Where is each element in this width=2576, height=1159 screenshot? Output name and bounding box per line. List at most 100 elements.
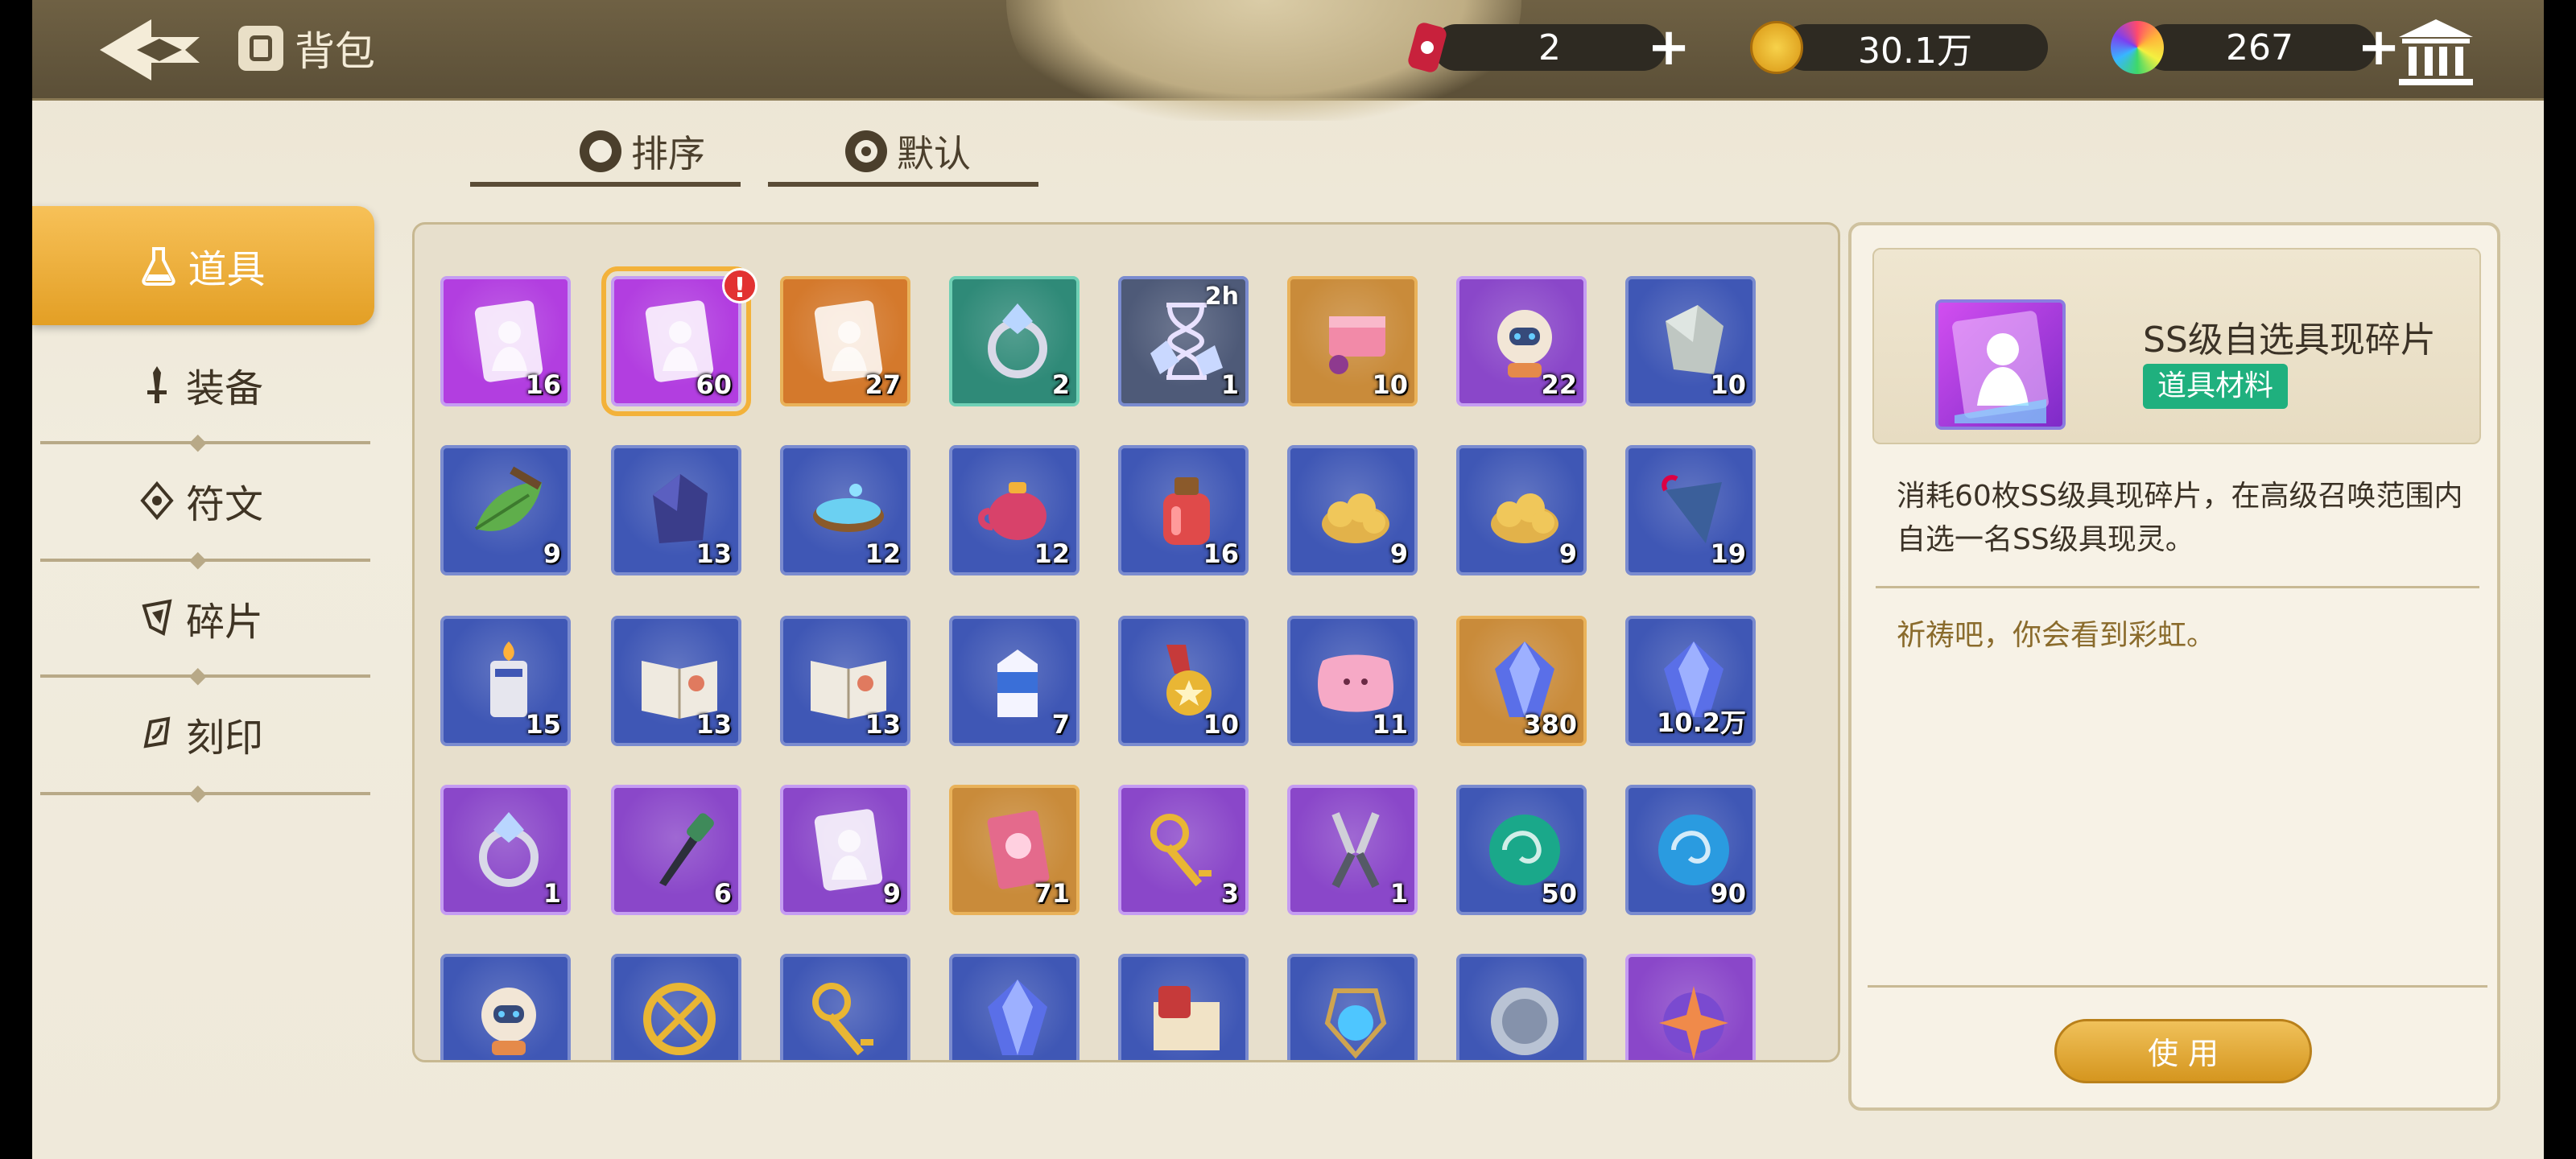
item-slot[interactable]: 380 bbox=[1456, 616, 1587, 746]
item-quantity: 9 bbox=[543, 538, 561, 569]
item-slot[interactable]: 12 bbox=[949, 445, 1080, 575]
item-slot[interactable]: 22 bbox=[1456, 276, 1587, 406]
item-quantity: 11 bbox=[1372, 709, 1408, 740]
item-slot[interactable]: 19 bbox=[1625, 445, 1756, 575]
item-slot[interactable]: 27 bbox=[780, 276, 910, 406]
item-quantity: 13 bbox=[865, 709, 901, 740]
item-slot[interactable]: 16 bbox=[1118, 445, 1249, 575]
item-quantity: 19 bbox=[1710, 538, 1746, 569]
silver-coin-icon bbox=[1480, 975, 1569, 1060]
seal-icon bbox=[139, 714, 175, 754]
item-slot[interactable] bbox=[440, 954, 571, 1060]
item-slot[interactable]: 2 bbox=[949, 276, 1080, 406]
nav-item-equipment[interactable]: 装备 bbox=[32, 328, 370, 441]
page-title: 背包 bbox=[238, 23, 375, 75]
item-slot[interactable]: 50 bbox=[1456, 785, 1587, 915]
item-slot[interactable]: 6 bbox=[611, 785, 741, 915]
gold-counter: 30.1万 bbox=[1750, 21, 2056, 74]
item-grid-panel: 16 60! 27 2 2h 1 10 22 10 9 13 12 12 16 9 9 19 15 13 13 7 10 1… bbox=[412, 222, 1840, 1062]
top-bar: 背包 2 + 30.1万 267 + bbox=[32, 0, 2544, 121]
item-quantity: 6 bbox=[713, 878, 732, 909]
item-description: 消耗60枚SS级具现碎片，在高级召唤范围内自选一名SS级具现灵。 bbox=[1897, 480, 2463, 556]
bank-button[interactable] bbox=[2396, 16, 2476, 89]
item-detail-panel: SS级自选具现碎片 道具材料 消耗60枚SS级具现碎片，在高级召唤范围内自选一名… bbox=[1848, 222, 2500, 1111]
item-flavor-text: 祈祷吧，你会看到彩虹。 bbox=[1897, 619, 2216, 652]
gold-value: 30.1万 bbox=[1782, 24, 2048, 72]
use-button[interactable]: 使 用 bbox=[2054, 1019, 2312, 1083]
item-slot[interactable]: 90 bbox=[1625, 785, 1756, 915]
default-label: 默认 bbox=[897, 132, 971, 175]
sort-tab[interactable]: 排序 bbox=[470, 121, 741, 187]
sort-label: 排序 bbox=[631, 132, 705, 175]
ticket-value: 2 bbox=[1433, 24, 1666, 71]
item-slot[interactable]: 7 bbox=[949, 616, 1080, 746]
ticket-add-button[interactable]: + bbox=[1647, 22, 1690, 73]
alert-badge-icon: ! bbox=[722, 268, 758, 304]
gem-add-button[interactable]: + bbox=[2357, 22, 2401, 73]
item-quantity: 22 bbox=[1541, 369, 1577, 400]
nav-item-engravings[interactable]: 刻印 bbox=[32, 678, 370, 790]
ticket-counter: 2 + bbox=[1401, 21, 1699, 74]
item-slot[interactable] bbox=[1287, 954, 1418, 1060]
item-slot[interactable]: 60 bbox=[601, 266, 751, 416]
glowing-lantern-icon bbox=[1311, 975, 1400, 1060]
item-slot[interactable]: 1 bbox=[1287, 785, 1418, 915]
default-order-tab[interactable]: 默认 bbox=[768, 121, 1038, 187]
scroll-map-icon bbox=[1142, 975, 1231, 1060]
item-quantity: 10 bbox=[1372, 369, 1408, 400]
item-quantity: 50 bbox=[1541, 878, 1577, 909]
diamond-ring-icon bbox=[464, 806, 553, 894]
item-slot[interactable]: 9 bbox=[1456, 445, 1587, 575]
item-slot[interactable] bbox=[611, 954, 741, 1060]
item-slot[interactable] bbox=[1118, 954, 1249, 1060]
item-quantity: 2 bbox=[1051, 369, 1070, 400]
item-quantity: 9 bbox=[1389, 538, 1408, 569]
item-slot[interactable]: 9 bbox=[440, 445, 571, 575]
milk-carton-icon bbox=[973, 637, 1062, 725]
item-slot[interactable]: 9 bbox=[780, 785, 910, 915]
nav-item-runes[interactable]: 符文 bbox=[32, 444, 370, 557]
item-slot[interactable] bbox=[780, 954, 910, 1060]
item-slot[interactable] bbox=[1625, 954, 1756, 1060]
back-arrow-icon bbox=[100, 19, 200, 80]
gem-counter: 267 + bbox=[2111, 21, 2417, 74]
item-quantity: 15 bbox=[525, 709, 561, 740]
item-slot[interactable]: 13 bbox=[611, 616, 741, 746]
item-slot[interactable]: 16 bbox=[440, 276, 571, 406]
fashion-card-icon bbox=[804, 806, 893, 894]
item-quantity: 380 bbox=[1523, 709, 1577, 740]
item-slot[interactable]: 2h 1 bbox=[1118, 276, 1249, 406]
blue-gem-icon bbox=[973, 975, 1062, 1060]
item-slot[interactable]: 1 bbox=[440, 785, 571, 915]
item-slot[interactable]: 3 bbox=[1118, 785, 1249, 915]
item-quantity: 1 bbox=[543, 878, 561, 909]
sword-icon bbox=[139, 365, 175, 405]
nav-item-props[interactable]: 道具 bbox=[32, 206, 374, 325]
gold-emblem-icon bbox=[635, 975, 724, 1060]
timer-label: 2h bbox=[1204, 283, 1239, 311]
item-slot[interactable]: 10 bbox=[1118, 616, 1249, 746]
item-slot[interactable]: 12 bbox=[780, 445, 910, 575]
nav-label-props: 道具 bbox=[188, 247, 266, 292]
item-quantity: 3 bbox=[1220, 878, 1239, 909]
nav-label-runes: 符文 bbox=[185, 482, 263, 527]
silver-key-icon bbox=[804, 975, 893, 1060]
item-slot[interactable]: 10 bbox=[1287, 276, 1418, 406]
rainbow-gem-icon bbox=[2111, 21, 2164, 74]
item-slot[interactable] bbox=[1456, 954, 1587, 1060]
game-screen: 背包 2 + 30.1万 267 + 排序 默认 道具 装备 ◆ 符文 ◆ 碎片… bbox=[32, 0, 2544, 1159]
item-slot[interactable]: 10 bbox=[1625, 276, 1756, 406]
item-quantity: 7 bbox=[1051, 709, 1070, 740]
item-slot[interactable]: 13 bbox=[780, 616, 910, 746]
back-button[interactable] bbox=[95, 14, 216, 85]
item-grid[interactable]: 16 60! 27 2 2h 1 10 22 10 9 13 12 12 16 9 9 19 15 13 13 7 10 1… bbox=[440, 266, 1777, 1060]
item-slot[interactable]: 71 bbox=[949, 785, 1080, 915]
item-slot[interactable]: 13 bbox=[611, 445, 741, 575]
nav-item-fragments[interactable]: 碎片 bbox=[32, 562, 370, 674]
item-slot[interactable]: 11 bbox=[1287, 616, 1418, 746]
item-slot[interactable]: 15 bbox=[440, 616, 571, 746]
item-quantity: 90 bbox=[1710, 878, 1746, 909]
item-slot[interactable]: 9 bbox=[1287, 445, 1418, 575]
item-slot[interactable] bbox=[949, 954, 1080, 1060]
item-slot[interactable]: 10.2万 bbox=[1625, 616, 1756, 746]
